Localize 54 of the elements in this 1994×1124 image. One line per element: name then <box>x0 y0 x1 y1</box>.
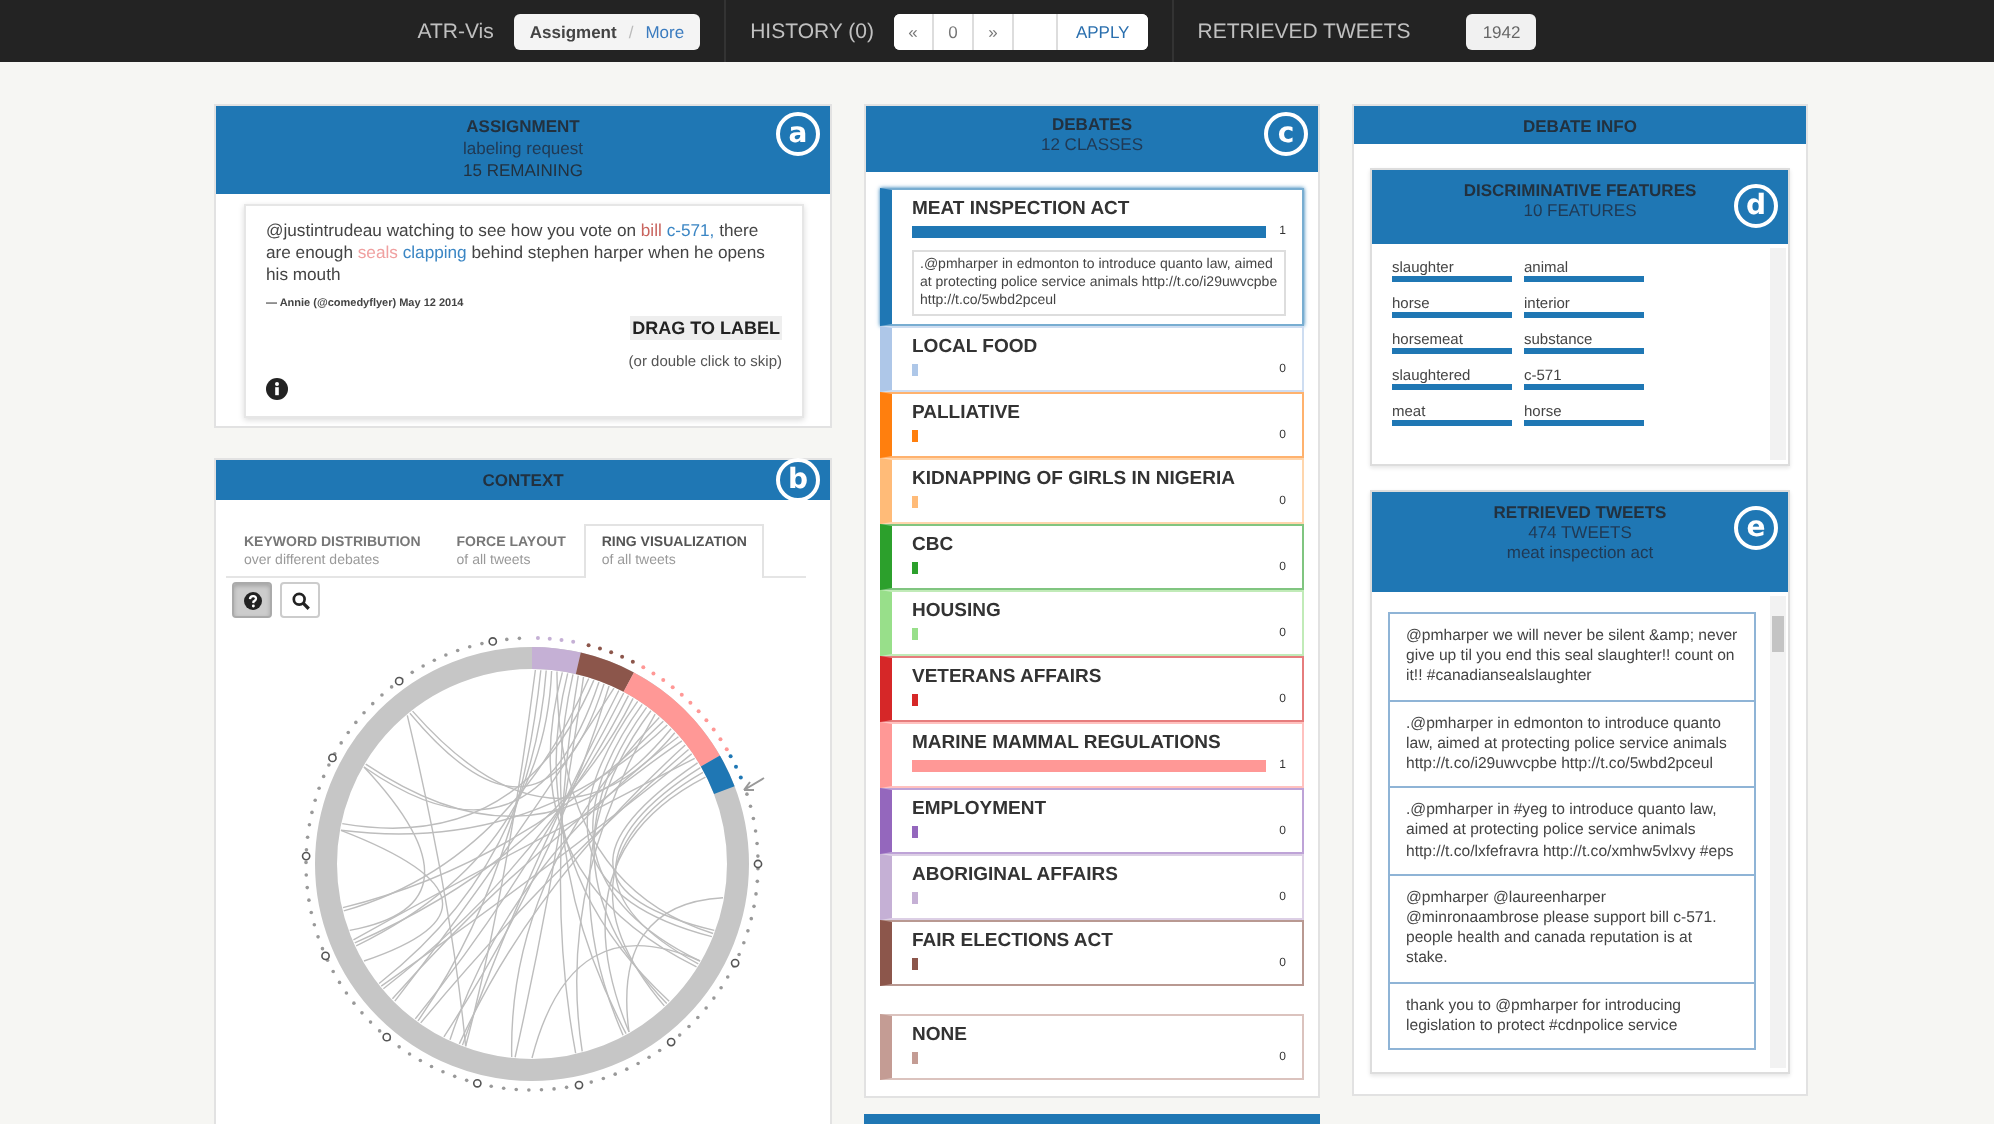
panel-subtitle: labeling request <box>462 138 583 160</box>
count-bar <box>912 826 918 838</box>
class-name: CBC <box>912 534 954 556</box>
count-bar <box>912 496 918 508</box>
help-button[interactable] <box>232 582 272 618</box>
class-name: EMPLOYMENT <box>912 798 1047 820</box>
panel-title: RETRIEVED TWEETS <box>1493 502 1667 522</box>
panel-badge: d <box>1734 184 1778 228</box>
app-title: ATR-Vis <box>417 19 494 43</box>
class-name: ABORIGINAL AFFAIRS <box>912 864 1118 886</box>
class-name: KIDNAPPING OF GIRLS IN NIGERIA <box>912 468 1236 490</box>
panel-title: ASSIGNMENT <box>466 116 580 138</box>
previous-button[interactable]: « <box>893 13 934 49</box>
mode-button[interactable]: Assigment <box>529 21 617 41</box>
class-name: MARINE MAMMAL REGULATIONS <box>912 732 1221 754</box>
panel-badge: b <box>776 458 820 502</box>
count-bar <box>912 364 918 376</box>
panel-subtitle: 10 FEATURES <box>1523 200 1637 220</box>
separator: / <box>628 21 634 41</box>
panel-title: DEBATES <box>1052 114 1132 134</box>
panel-subtitle: 12 CLASSES <box>1040 134 1144 154</box>
panel-badge: a <box>776 112 820 156</box>
count-bar <box>912 430 918 442</box>
tweet-count: 1942 <box>1466 13 1537 49</box>
mode-button[interactable]: More <box>645 21 685 41</box>
class-name: VETERANS AFFAIRS <box>912 666 1102 688</box>
panel-subtitle: 474 TWEETS <box>1528 522 1632 542</box>
panel-badge: c <box>1264 112 1308 156</box>
class-name: PALLIATIVE <box>912 402 1021 424</box>
count-bar <box>912 562 918 574</box>
tweet-text: @justintrudeau watching to see how you vote on bill c-571, there are enough seals clapping behind stephen harper when he opens his mouth <box>266 220 767 286</box>
count-bar <box>912 958 918 970</box>
panel-badge: e <box>1734 506 1778 550</box>
remaining-count: 15 REMAINING <box>463 160 583 182</box>
retrieved-label: RETRIEVED TWEETS <box>1197 19 1411 43</box>
topic-label: meat inspection act <box>1506 542 1654 562</box>
search-icon <box>291 591 309 609</box>
drag-to-label-button[interactable]: DRAG TO LABEL <box>630 316 782 340</box>
help-icon <box>243 591 261 609</box>
class-name: LOCAL FOOD <box>912 336 1038 358</box>
panel-title: DEBATE INFO <box>1523 116 1637 136</box>
count-bar <box>912 892 918 904</box>
info-icon[interactable] <box>266 378 288 400</box>
class-name: MEAT INSPECTION ACT <box>912 198 1130 220</box>
class-name: FAIR ELECTIONS ACT <box>912 930 1113 952</box>
history-label: HISTORY (0) <box>750 19 874 43</box>
panel-title: CONTEXT <box>482 468 564 492</box>
class-name: NONE <box>912 1024 967 1046</box>
count-bar <box>912 1052 918 1064</box>
search-button[interactable] <box>280 582 320 618</box>
count-bar <box>912 694 918 706</box>
panel-title: DISCRIMINATIVE FEATURES <box>1463 180 1697 200</box>
class-name: HOUSING <box>912 600 1001 622</box>
count-bar <box>912 628 918 640</box>
